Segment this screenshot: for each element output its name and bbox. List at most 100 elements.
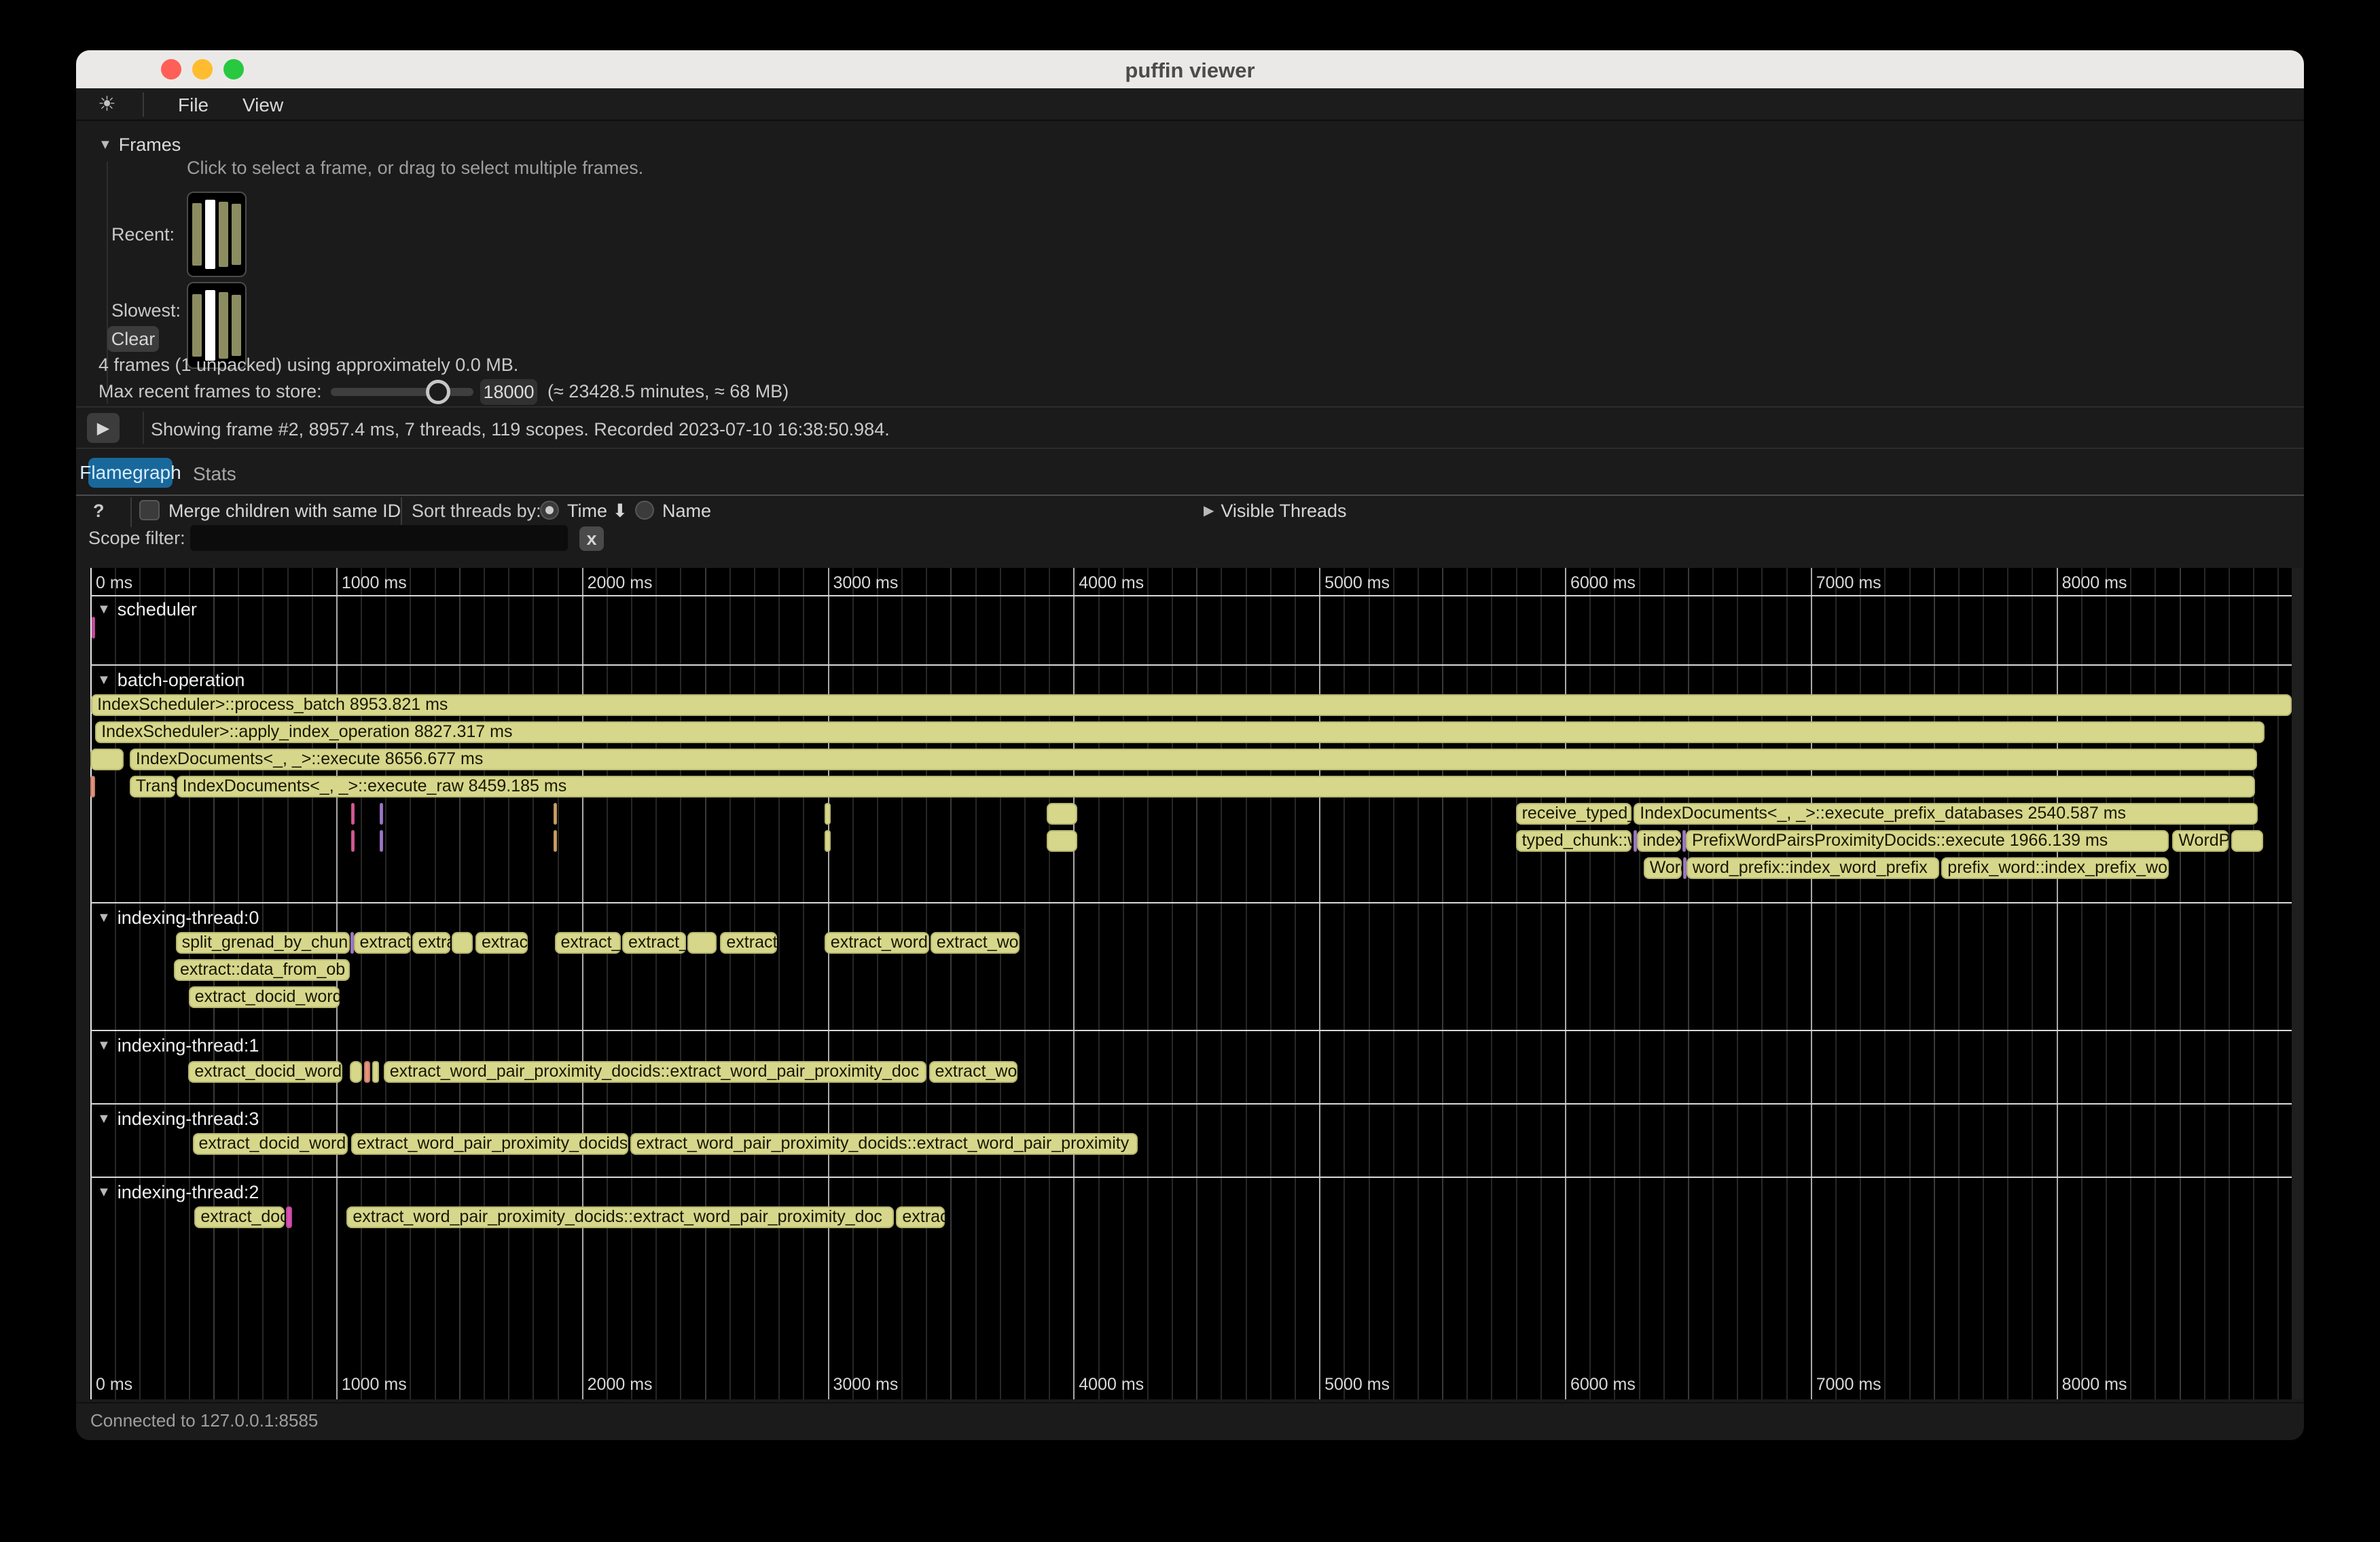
scope-bar[interactable]: IndexScheduler>::apply_index_operation 8… <box>95 721 2265 743</box>
max-frames-value[interactable]: 18000 <box>480 379 537 405</box>
scope-bar[interactable] <box>825 803 831 825</box>
scope-bar[interactable]: word_prefix::index_word_prefix <box>1687 857 1939 879</box>
scope-bar[interactable]: PrefixWordPairsProximityDocids::execute … <box>1686 830 2169 852</box>
scope-bar[interactable] <box>364 1061 370 1083</box>
scope-bar[interactable]: extract_docid_word <box>193 1133 348 1155</box>
scope-bar[interactable] <box>1634 830 1637 852</box>
gridline-minor <box>1663 568 1665 1399</box>
scope-bar[interactable]: typed_chunk::w <box>1516 830 1631 852</box>
thread-header-indexing-thread:0[interactable]: ▼indexing-thread:0 <box>97 908 259 929</box>
scope-bar[interactable] <box>687 932 717 954</box>
play-button[interactable]: ▶ <box>87 413 120 443</box>
scope-bar[interactable] <box>90 749 124 770</box>
scope-bar[interactable]: extract_word_pair_proximity_docids <box>351 1133 629 1155</box>
gridline-minor <box>533 568 534 1399</box>
clear-filter-button[interactable]: x <box>579 526 604 551</box>
scope-bar[interactable] <box>380 830 383 852</box>
scope-bar[interactable]: extract_doc <box>194 1206 284 1228</box>
gridline-minor <box>262 568 264 1399</box>
thread-header-indexing-thread:3[interactable]: ▼indexing-thread:3 <box>97 1109 259 1130</box>
axis-bottom-tick: 7000 ms <box>1816 1375 1881 1395</box>
scope-bar[interactable] <box>351 803 355 825</box>
scope-bar[interactable] <box>90 776 95 797</box>
scope-bar[interactable]: extrac <box>475 932 528 954</box>
scope-bar[interactable]: index <box>1637 830 1682 852</box>
scope-bar[interactable]: extract_docid_word <box>189 986 340 1008</box>
scope-bar[interactable] <box>554 830 558 852</box>
scope-bar[interactable]: extract_wo <box>931 932 1020 954</box>
scope-bar[interactable]: Trans <box>130 776 175 797</box>
scope-bar[interactable] <box>92 617 95 639</box>
gridline-major <box>1073 568 1075 1399</box>
scope-bar[interactable] <box>825 830 831 852</box>
scope-bar[interactable] <box>2231 830 2263 852</box>
sort-time-radio[interactable] <box>540 501 559 520</box>
scope-bar[interactable]: extract_word_pair_proximity_docids::extr… <box>384 1061 926 1083</box>
scope-bar[interactable]: extract_docid_word <box>188 1061 342 1083</box>
menu-item-file[interactable]: File <box>178 94 209 116</box>
scope-bar[interactable]: extract_word_pair_proximity_docids::extr… <box>630 1133 1138 1155</box>
scope-bar[interactable]: extract_word_pair_proximity_docids::extr… <box>346 1206 894 1228</box>
scope-bar[interactable]: extract_w <box>622 932 686 954</box>
scope-bar[interactable] <box>286 1206 292 1228</box>
clear-button[interactable]: Clear <box>107 326 159 352</box>
scope-bar[interactable] <box>1683 857 1687 879</box>
scope-bar[interactable]: IndexDocuments<_, _>::execute 8656.677 m… <box>130 749 2257 770</box>
tab-flamegraph[interactable]: Flamegraph <box>88 458 173 488</box>
gridline-minor <box>2229 568 2230 1399</box>
thread-header-indexing-thread:2[interactable]: ▼indexing-thread:2 <box>97 1182 259 1203</box>
scope-bar[interactable] <box>380 803 383 825</box>
separator <box>143 412 144 444</box>
thread-header-scheduler[interactable]: ▼scheduler <box>97 599 197 620</box>
scope-bar[interactable]: extract_wo <box>929 1061 1017 1083</box>
scope-bar[interactable]: IndexDocuments<_, _>::execute_prefix_dat… <box>1634 803 2258 825</box>
merge-children-checkbox[interactable] <box>139 500 160 520</box>
slider-knob[interactable] <box>426 380 450 404</box>
scope-bar[interactable] <box>350 1061 362 1083</box>
scope-bar[interactable]: extra <box>412 932 450 954</box>
scope-bar[interactable]: IndexScheduler>::process_batch 8953.821 … <box>91 694 2292 716</box>
tab-stats[interactable]: Stats <box>193 463 236 485</box>
gridline-minor <box>558 568 559 1399</box>
scope-bar[interactable] <box>554 803 558 825</box>
gridline-minor <box>1884 568 1886 1399</box>
scope-bar[interactable]: IndexDocuments<_, _>::execute_raw 8459.1… <box>177 776 2256 797</box>
flamegraph-canvas[interactable]: 0 ms1000 ms2000 ms3000 ms4000 ms5000 ms6… <box>90 568 2292 1399</box>
scope-bar[interactable]: extract_word <box>825 932 929 954</box>
thread-header-batch-operation[interactable]: ▼batch-operation <box>97 670 245 691</box>
scope-bar[interactable] <box>1047 830 1077 852</box>
scope-bar[interactable] <box>372 1061 379 1083</box>
chevron-down-icon: ▼ <box>97 602 111 617</box>
scope-bar[interactable]: split_grenad_by_chun <box>176 932 350 954</box>
gridline-minor <box>1909 568 1911 1399</box>
scope-bar[interactable] <box>1047 803 1077 825</box>
gridline-minor <box>484 568 485 1399</box>
thumbnail-bar <box>205 290 215 361</box>
scope-bar[interactable]: receive_typed_ <box>1516 803 1631 825</box>
scope-bar[interactable]: extrac <box>896 1206 945 1228</box>
scope-filter-input[interactable] <box>190 525 568 551</box>
max-frames-slider[interactable] <box>331 388 473 396</box>
scope-bar[interactable]: WordPr <box>2172 830 2229 852</box>
scope-bar[interactable] <box>452 932 473 954</box>
visible-threads-header[interactable]: ▶Visible Threads <box>1204 501 1347 522</box>
scope-bar[interactable]: extract <box>354 932 411 954</box>
scope-bar[interactable]: extract <box>720 932 776 954</box>
scope-bar[interactable] <box>351 830 355 852</box>
menu-item-view[interactable]: View <box>242 94 283 116</box>
recent-frame-thumbnail[interactable] <box>187 192 247 277</box>
scope-bar[interactable]: Word <box>1644 857 1682 879</box>
gridline-minor <box>778 568 780 1399</box>
gridline-major <box>336 568 338 1399</box>
scope-bar[interactable]: extract::data_from_ob <box>174 959 350 981</box>
scope-bar[interactable]: prefix_word::index_prefix_wo <box>1941 857 2169 879</box>
thread-header-indexing-thread:1[interactable]: ▼indexing-thread:1 <box>97 1035 259 1056</box>
help-button[interactable]: ? <box>93 501 105 522</box>
scope-bar[interactable]: extract_ <box>555 932 621 954</box>
frames-section-header[interactable]: ▼Frames <box>98 135 181 156</box>
sun-icon[interactable]: ☀ <box>98 92 116 116</box>
gridline-minor <box>1172 568 1173 1399</box>
sort-name-radio[interactable] <box>635 501 654 520</box>
separator <box>76 406 2304 408</box>
gridline-minor <box>2277 568 2279 1399</box>
